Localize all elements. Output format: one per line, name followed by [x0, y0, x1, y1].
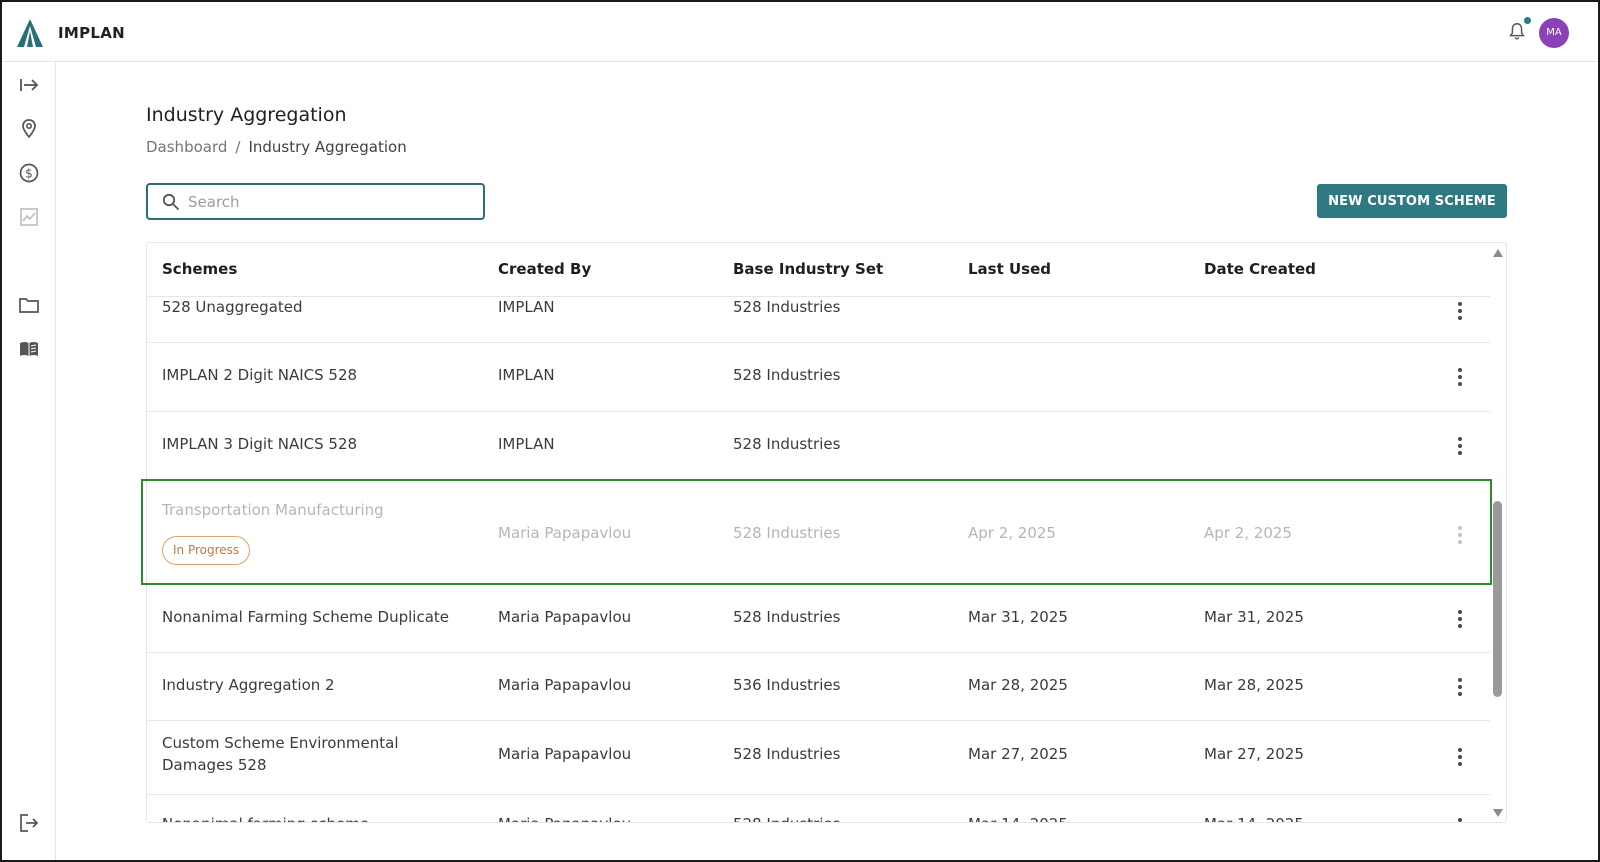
- created-by: Maria Papapavlou: [498, 815, 631, 822]
- scrollbar-thumb[interactable]: [1493, 501, 1502, 697]
- scheme-name: Transportation Manufacturing: [162, 501, 384, 519]
- book-icon[interactable]: [18, 338, 40, 360]
- base-industry-set: 528 Industries: [733, 366, 841, 384]
- scheme-name-line-1: Custom Scheme Environmental: [162, 734, 399, 752]
- column-header-base-industry-set[interactable]: Base Industry Set: [733, 260, 883, 278]
- brand-name: IMPLAN: [58, 24, 126, 42]
- status-badge: In Progress: [162, 536, 251, 565]
- created-by: Maria Papapavlou: [498, 524, 632, 542]
- row-menu-icon[interactable]: [1450, 525, 1470, 545]
- date-created: Mar 14, 2025: [1204, 815, 1304, 822]
- top-bar: IMPLAN: [2, 2, 1598, 62]
- row-menu-icon[interactable]: [1450, 747, 1470, 767]
- last-used: Mar 27, 2025: [968, 745, 1068, 763]
- scheme-name: Nonanimal farming scheme: [162, 815, 369, 822]
- table-row[interactable]: 528 Unaggregated IMPLAN 528 Industries: [147, 297, 1490, 343]
- scroll-down-arrow-icon[interactable]: [1493, 809, 1503, 817]
- created-by: IMPLAN: [498, 366, 555, 384]
- created-by: IMPLAN: [498, 298, 555, 316]
- table-row[interactable]: Custom Scheme Environmental Damages 528 …: [147, 721, 1490, 795]
- last-used: Mar 14, 2025: [968, 815, 1068, 822]
- base-industry-set: 528 Industries: [733, 435, 841, 453]
- logout-icon[interactable]: [18, 812, 40, 834]
- table-scrollbar[interactable]: [1489, 243, 1506, 822]
- base-industry-set: 528 Industries: [733, 815, 840, 822]
- chart-icon[interactable]: [18, 206, 40, 228]
- scroll-up-arrow-icon[interactable]: [1493, 249, 1503, 257]
- table-row[interactable]: Nonanimal farming scheme Maria Papapavlo…: [147, 795, 1490, 822]
- search-box[interactable]: [146, 183, 485, 220]
- last-used: Mar 31, 2025: [968, 608, 1068, 626]
- last-used: Apr 2, 2025: [968, 524, 1056, 542]
- scheme-name: IMPLAN 2 Digit NAICS 528: [162, 366, 358, 384]
- scheme-name: IMPLAN 3 Digit NAICS 528: [162, 435, 358, 453]
- table-row[interactable]: Transportation Manufacturing In Progress…: [147, 481, 1490, 585]
- last-used: Mar 28, 2025: [968, 676, 1068, 694]
- scheme-name: Industry Aggregation 2: [162, 676, 335, 694]
- created-by: Maria Papapavlou: [498, 676, 632, 694]
- base-industry-set: 536 Industries: [733, 676, 841, 694]
- dollar-circle-icon[interactable]: $: [18, 162, 40, 184]
- breadcrumb-current: Industry Aggregation: [248, 138, 407, 156]
- row-menu-icon[interactable]: [1450, 817, 1470, 822]
- scheme-name: Nonanimal Farming Scheme Duplicate: [162, 608, 450, 626]
- row-menu-icon[interactable]: [1450, 609, 1470, 629]
- page-title: Industry Aggregation: [146, 104, 347, 126]
- breadcrumb-separator: /: [235, 138, 241, 156]
- breadcrumb-dashboard-link[interactable]: Dashboard: [146, 138, 227, 156]
- implan-logo-icon[interactable]: [14, 17, 46, 49]
- base-industry-set: 528 Industries: [733, 298, 841, 316]
- folder-icon[interactable]: [18, 294, 40, 316]
- row-menu-icon[interactable]: [1450, 301, 1470, 321]
- base-industry-set: 528 Industries: [733, 608, 841, 626]
- row-menu-icon[interactable]: [1450, 677, 1470, 697]
- breadcrumb: Dashboard / Industry Aggregation: [146, 138, 407, 156]
- user-avatar[interactable]: MA: [1539, 18, 1569, 48]
- date-created: Mar 27, 2025: [1204, 745, 1304, 763]
- date-created: Mar 28, 2025: [1204, 676, 1304, 694]
- date-created: Apr 2, 2025: [1204, 524, 1292, 542]
- table-row[interactable]: Industry Aggregation 2 Maria Papapavlou …: [147, 653, 1490, 721]
- table-row[interactable]: Nonanimal Farming Scheme Duplicate Maria…: [147, 585, 1490, 653]
- table-row[interactable]: IMPLAN 2 Digit NAICS 528 IMPLAN 528 Indu…: [147, 343, 1490, 412]
- column-header-last-used[interactable]: Last Used: [968, 260, 1051, 278]
- base-industry-set: 528 Industries: [733, 524, 841, 542]
- sidebar: $: [2, 62, 56, 860]
- notifications-bell-icon[interactable]: [1506, 21, 1528, 43]
- row-menu-icon[interactable]: [1450, 436, 1470, 456]
- table-header: Schemes Created By Base Industry Set Las…: [147, 243, 1490, 297]
- scheme-name-line-2: Damages 528: [162, 756, 267, 774]
- created-by: Maria Papapavlou: [498, 745, 632, 763]
- search-icon: [162, 193, 180, 211]
- scheme-name: 528 Unaggregated: [162, 298, 303, 316]
- column-header-date-created[interactable]: Date Created: [1204, 260, 1316, 278]
- column-header-created-by[interactable]: Created By: [498, 260, 591, 278]
- base-industry-set: 528 Industries: [733, 745, 841, 763]
- expand-sidebar-icon[interactable]: [18, 74, 40, 96]
- date-created: Mar 31, 2025: [1204, 608, 1304, 626]
- created-by: Maria Papapavlou: [498, 608, 632, 626]
- search-input[interactable]: [188, 190, 473, 214]
- row-menu-icon[interactable]: [1450, 367, 1470, 387]
- location-pin-icon[interactable]: [18, 118, 40, 140]
- created-by: IMPLAN: [498, 435, 555, 453]
- notification-dot: [1524, 17, 1531, 24]
- table-row[interactable]: IMPLAN 3 Digit NAICS 528 IMPLAN 528 Indu…: [147, 412, 1490, 481]
- column-header-schemes[interactable]: Schemes: [162, 260, 237, 278]
- new-custom-scheme-button[interactable]: NEW CUSTOM SCHEME: [1317, 184, 1507, 218]
- svg-text:$: $: [25, 167, 33, 181]
- schemes-table: Schemes Created By Base Industry Set Las…: [146, 242, 1507, 823]
